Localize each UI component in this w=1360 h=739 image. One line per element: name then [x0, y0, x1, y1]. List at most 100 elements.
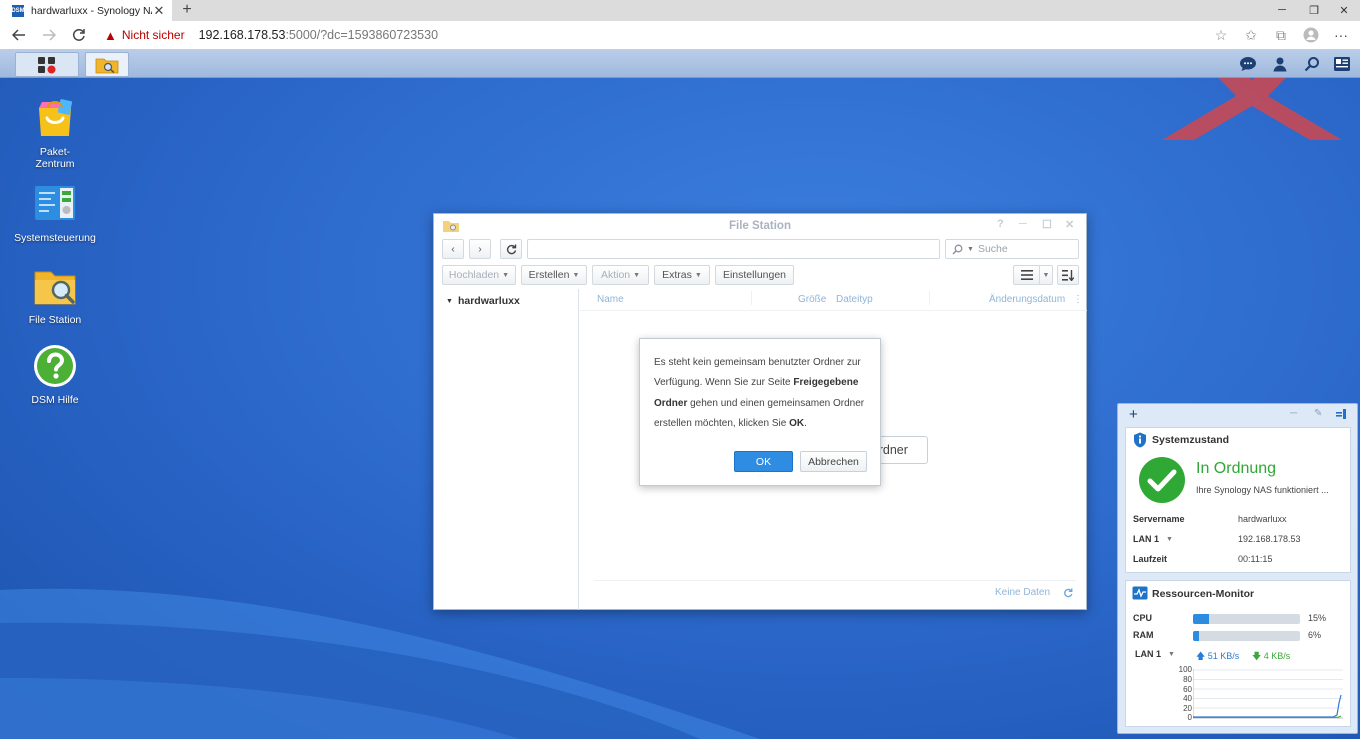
url-host: 192.168.178.53 [198, 28, 286, 42]
desktop-icon-file-station[interactable]: File Station [5, 264, 105, 326]
minimize-window-button[interactable]: ─ [1266, 0, 1298, 20]
pin-icon[interactable]: ✎ [1314, 408, 1322, 419]
forward-button[interactable]: › [469, 239, 491, 259]
dsm-favicon-icon: DSM [11, 4, 25, 17]
minimize-icon[interactable]: ─ [1019, 218, 1027, 230]
notifications-icon[interactable] [1237, 54, 1259, 74]
sort-button[interactable] [1057, 265, 1079, 285]
dialog-text: . [804, 417, 807, 429]
close-tab-icon[interactable]: ✕ [152, 3, 166, 19]
chevron-down-icon[interactable]: ▼ [1166, 536, 1173, 543]
chevron-down-icon: ▼ [572, 271, 580, 279]
tree-node-label: hardwarluxx [457, 295, 520, 307]
search-placeholder: Suche [977, 243, 1008, 255]
axis-tick: 60 [1183, 685, 1192, 694]
settings-button[interactable]: Einstellungen [715, 265, 794, 285]
refresh-icon[interactable] [1063, 588, 1073, 598]
desktop-icon-dsm-help[interactable]: DSM Hilfe [5, 344, 105, 406]
column-type[interactable]: Dateityp [836, 294, 873, 305]
desktop-icon-package-center[interactable]: Paket- Zentrum [5, 96, 105, 170]
file-station-icon [95, 58, 119, 73]
download-rate-value: 4 KB/s [1263, 651, 1291, 661]
action-button[interactable]: Aktion ▼ [592, 265, 649, 285]
servername-label: Servername [1133, 514, 1185, 524]
network-chart-axis: 100 80 60 40 20 0 [1166, 665, 1192, 725]
upload-arrow-icon: 🡅 [1196, 651, 1206, 661]
minimize-icon[interactable]: ─ [1290, 408, 1297, 419]
refresh-button[interactable] [500, 239, 522, 259]
desktop-icon-label: Paket- [39, 146, 71, 158]
collections-icon[interactable]: ⧉ [1266, 21, 1296, 49]
panel-dock-icon[interactable] [1336, 409, 1347, 419]
refresh-icon [506, 244, 516, 254]
column-divider [929, 291, 930, 305]
browser-menu-icon[interactable]: ··· [1326, 21, 1356, 49]
taskbar-file-station-button[interactable] [85, 52, 129, 77]
cancel-button[interactable]: Abbrechen [800, 451, 867, 472]
chevron-down-icon[interactable]: ▼ [1168, 651, 1175, 658]
help-icon[interactable]: ? [997, 218, 1004, 230]
status-detail: Ihre Synology NAS funktioniert ... [1196, 485, 1329, 495]
axis-tick: 40 [1183, 694, 1192, 703]
file-list-footer: Keine Daten [594, 580, 1076, 600]
file-station-titlebar[interactable]: File Station ? ─ ☐ ✕ [434, 214, 1086, 238]
lan-label[interactable]: LAN 1 [1133, 534, 1159, 544]
restore-window-button[interactable]: ❐ [1298, 0, 1330, 20]
favorites-list-icon[interactable]: ✩ [1236, 21, 1266, 49]
extras-label: Extras [662, 269, 692, 281]
tree-node-root[interactable]: ▼ hardwarluxx [446, 295, 520, 307]
folder-tree: ▼ hardwarluxx [434, 289, 579, 610]
extras-button[interactable]: Extras ▼ [654, 265, 710, 285]
column-modified[interactable]: Änderungsdatum [989, 294, 1065, 305]
column-size[interactable]: Größe [798, 294, 826, 305]
security-indicator[interactable]: ▲ Nicht sicher [104, 21, 185, 49]
add-widget-button[interactable]: + [1129, 406, 1138, 423]
uptime-value: 00:11:15 [1238, 554, 1273, 564]
desktop-icon-label: Systemsteuerung [14, 232, 96, 244]
profile-icon[interactable] [1296, 21, 1326, 49]
create-label: Erstellen [528, 269, 570, 281]
desktop-icon-label: File Station [28, 314, 82, 326]
widgets-toggle-icon[interactable] [1331, 54, 1353, 74]
download-rate: 🡇 4 KB/s [1252, 649, 1290, 665]
close-icon[interactable]: ✕ [1065, 218, 1074, 231]
ram-usage-fill [1193, 631, 1200, 641]
search-icon[interactable] [1301, 54, 1323, 74]
main-menu-icon [38, 56, 56, 73]
maximize-icon[interactable]: ☐ [1042, 218, 1052, 231]
reload-icon[interactable] [64, 21, 94, 49]
chevron-down-icon: ▼ [694, 271, 702, 279]
lan-label[interactable]: LAN 1 [1135, 649, 1161, 659]
favorite-star-icon[interactable]: ☆ [1206, 21, 1236, 49]
cpu-usage-bar [1193, 614, 1300, 624]
create-button[interactable]: Erstellen ▼ [521, 265, 587, 285]
settings-label: Einstellungen [722, 269, 787, 281]
column-name[interactable]: Name [597, 294, 624, 305]
back-button[interactable]: ‹ [442, 239, 464, 259]
axis-tick: 100 [1178, 665, 1192, 674]
column-options-icon[interactable]: ⋮ [1073, 294, 1083, 305]
upload-button[interactable]: Hochladen ▼ [442, 265, 516, 285]
security-label: Nicht sicher [121, 28, 185, 42]
browser-tab[interactable]: DSM hardwarluxx - Synology NAS ✕ [0, 0, 172, 21]
close-window-button[interactable]: ✕ [1328, 0, 1360, 20]
view-mode-button[interactable] [1013, 265, 1041, 285]
axis-tick: 80 [1183, 675, 1192, 684]
desktop-icon-control-panel[interactable]: Systemsteuerung [5, 182, 105, 244]
file-station-icon [443, 221, 459, 232]
main-menu-button[interactable] [15, 52, 79, 77]
list-view-icon [1021, 270, 1033, 280]
new-tab-button[interactable]: + [178, 1, 196, 19]
resource-monitor-icon [1132, 586, 1148, 600]
url-field[interactable]: 192.168.178.53:5000/?dc=1593860723530 [199, 28, 438, 42]
upload-label: Hochladen [448, 269, 500, 281]
view-mode-dropdown[interactable]: ▼ [1039, 265, 1053, 285]
network-chart [1193, 669, 1343, 719]
back-icon[interactable] [4, 21, 34, 49]
forward-icon[interactable] [34, 21, 64, 49]
uptime-label: Laufzeit [1133, 554, 1168, 564]
search-field[interactable]: ▼ Suche [945, 239, 1079, 259]
ok-button[interactable]: OK [734, 451, 793, 472]
user-options-icon[interactable] [1269, 54, 1291, 74]
path-bar[interactable] [527, 239, 940, 259]
